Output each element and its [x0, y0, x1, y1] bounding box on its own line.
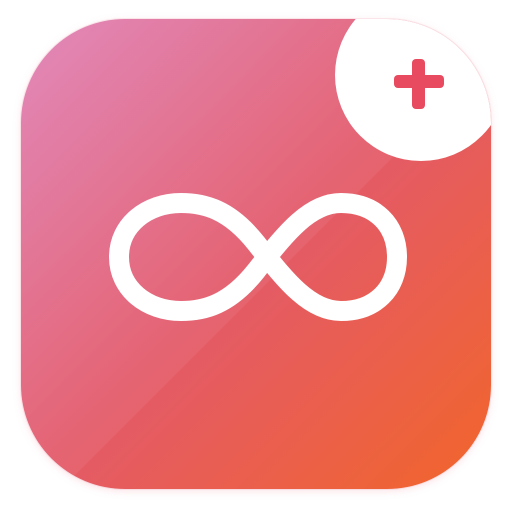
icon-canvas [0, 0, 512, 512]
app-icon-artwork [21, 19, 491, 489]
infinity-app-icon[interactable] [21, 19, 491, 489]
